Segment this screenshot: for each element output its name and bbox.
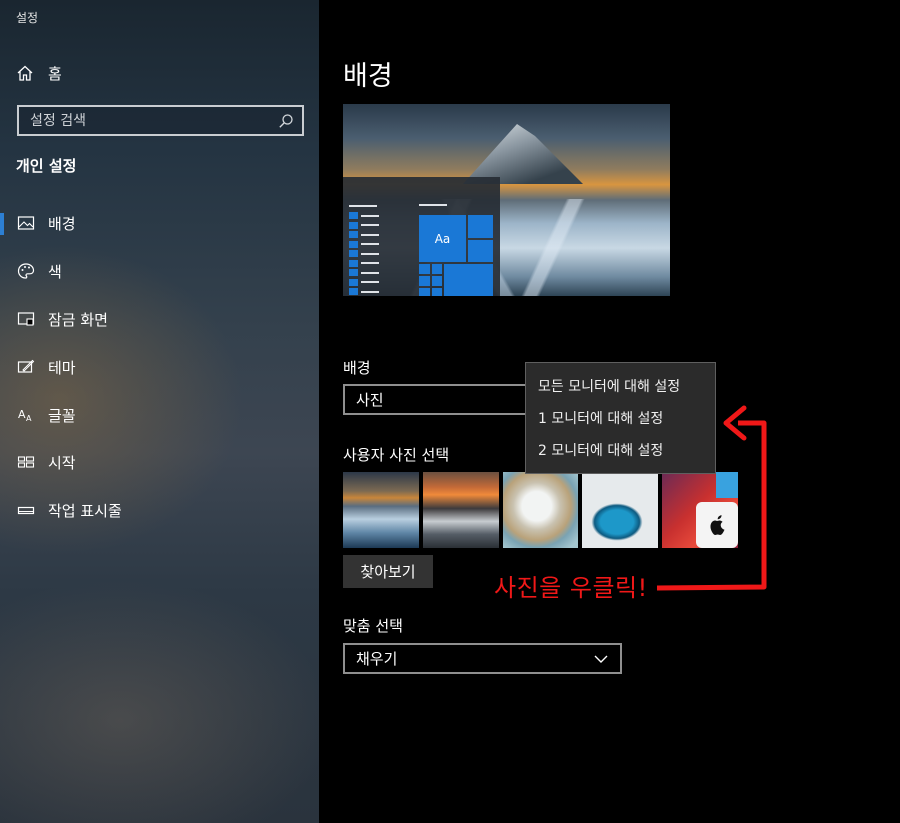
taskbar-icon — [17, 506, 35, 515]
sidebar-item-label: 색 — [48, 262, 62, 281]
photo-thumbnail[interactable] — [582, 472, 659, 548]
home-icon — [17, 65, 33, 81]
sidebar-item-fonts[interactable]: A A 글꼴 — [0, 395, 319, 435]
search-icon[interactable] — [278, 113, 294, 129]
window-title: 설정 — [16, 11, 39, 25]
apple-icon — [710, 515, 725, 535]
lock-screen-icon — [17, 312, 35, 326]
start-icon — [17, 456, 35, 468]
menu-item-set-all-monitors[interactable]: 모든 모니터에 대해 설정 — [526, 370, 715, 402]
settings-search-box[interactable] — [17, 105, 304, 136]
section-title: 개인 설정 — [16, 157, 77, 175]
sidebar-item-label: 글꼴 — [48, 406, 76, 425]
preview-app-list — [349, 211, 379, 296]
home-label: 홈 — [48, 64, 62, 83]
chevron-down-icon — [594, 655, 608, 663]
photo-thumbnail[interactable] — [662, 472, 738, 548]
background-type-value: 사진 — [356, 391, 384, 409]
apple-logo-card — [696, 502, 738, 548]
theme-icon — [17, 359, 35, 373]
sidebar-item-lock-screen[interactable]: 잠금 화면 — [0, 299, 319, 339]
search-input[interactable] — [30, 112, 260, 129]
menu-item-set-monitor-2[interactable]: 2 모니터에 대해 설정 — [526, 434, 715, 466]
page-title: 배경 — [343, 61, 393, 92]
sidebar-item-start[interactable]: 시작 — [0, 442, 319, 482]
fit-select[interactable]: 채우기 — [343, 643, 622, 674]
menu-item-set-monitor-1[interactable]: 1 모니터에 대해 설정 — [526, 402, 715, 434]
sidebar-item-label: 배경 — [48, 214, 76, 233]
preview-line — [349, 205, 377, 207]
annotation-text: 사진을 우클릭! — [494, 574, 648, 602]
photo-thumbnail[interactable] — [502, 472, 579, 548]
palette-icon — [17, 263, 35, 279]
svg-text:A: A — [18, 408, 26, 421]
font-icon: A A — [18, 408, 32, 423]
home-link[interactable]: 홈 — [16, 62, 62, 84]
photo-thumbnail[interactable] — [422, 472, 499, 548]
browse-button[interactable]: 찾아보기 — [343, 555, 433, 588]
choose-photo-label: 사용자 사진 선택 — [343, 446, 450, 464]
context-menu: 모든 모니터에 대해 설정 1 모니터에 대해 설정 2 모니터에 대해 설정 — [525, 362, 716, 474]
sidebar: 설정 홈 개인 설정 배경 색 잠금 화면 — [0, 0, 319, 823]
background-label: 배경 — [343, 359, 371, 377]
sidebar-item-background[interactable]: 배경 — [0, 203, 319, 243]
background-preview: Aa — [343, 104, 670, 296]
svg-text:A: A — [26, 414, 32, 423]
sidebar-item-taskbar[interactable]: 작업 표시줄 — [0, 490, 319, 530]
preview-start-menu: Aa — [343, 177, 500, 296]
photo-thumbnails — [343, 472, 738, 548]
sidebar-item-label: 작업 표시줄 — [48, 501, 122, 520]
image-icon — [17, 216, 35, 230]
sidebar-item-theme[interactable]: 테마 — [0, 347, 319, 387]
sidebar-item-color[interactable]: 색 — [0, 251, 319, 291]
sidebar-item-label: 테마 — [48, 358, 76, 377]
sidebar-item-label: 잠금 화면 — [48, 310, 108, 329]
preview-line — [419, 204, 447, 206]
preview-tiles: Aa — [419, 209, 493, 296]
preview-tile-aa: Aa — [419, 215, 466, 262]
sidebar-item-label: 시작 — [48, 453, 76, 472]
fit-label: 맞춤 선택 — [343, 617, 403, 635]
photo-thumbnail[interactable] — [343, 472, 419, 548]
fit-value: 채우기 — [356, 650, 398, 668]
